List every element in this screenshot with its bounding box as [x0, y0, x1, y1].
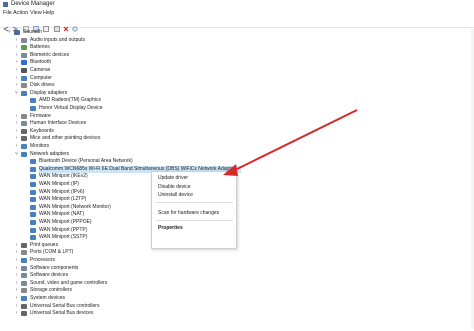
arrow-shaft [232, 109, 358, 172]
annotation-arrow [223, 109, 358, 176]
arrow-head [223, 164, 238, 176]
